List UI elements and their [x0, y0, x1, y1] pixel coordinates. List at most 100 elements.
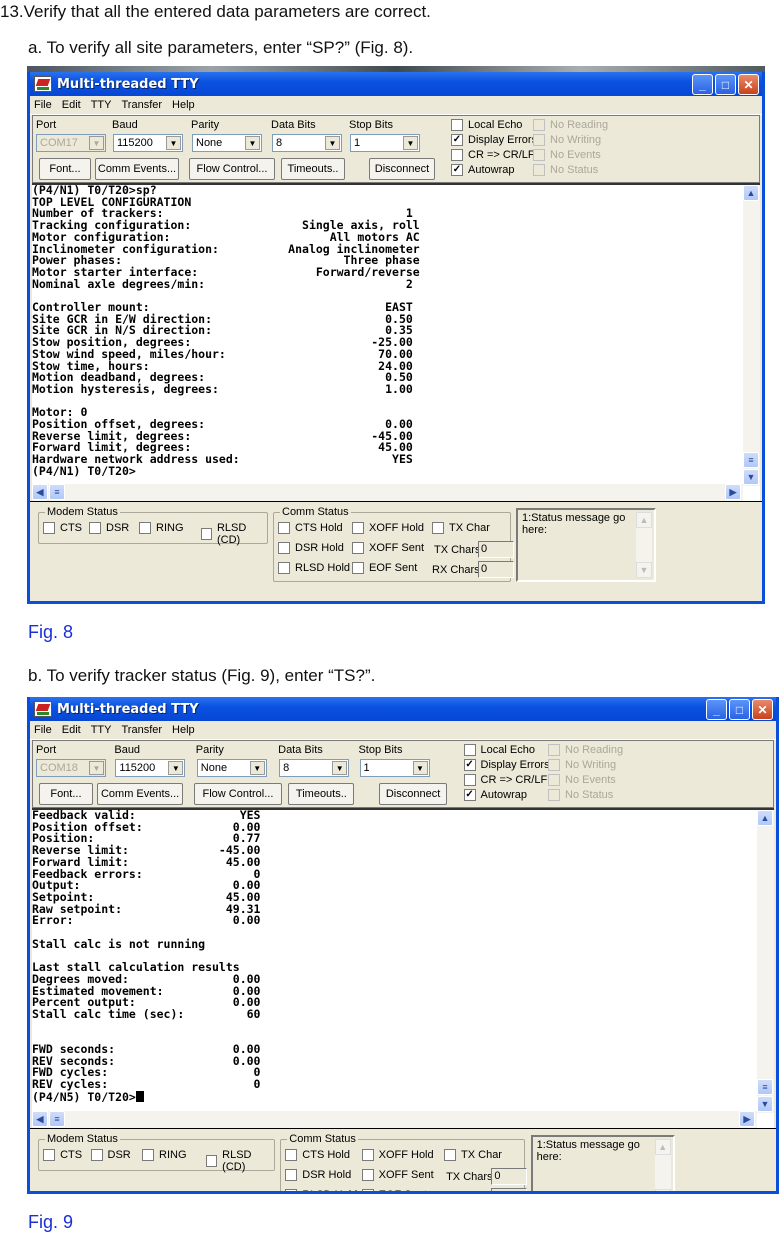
- scroll-down-icon[interactable]: ▼: [654, 1189, 671, 1191]
- no-reading-checkbox[interactable]: No Reading: [548, 744, 623, 756]
- rlsd-checkbox[interactable]: RLSD (CD): [205, 1149, 274, 1173]
- port-select[interactable]: COM18 ▼: [36, 759, 106, 777]
- eof-sent-checkbox[interactable]: EOF Sent: [352, 562, 417, 574]
- scroll-down-icon[interactable]: ▼: [636, 562, 652, 578]
- scroll-thumb[interactable]: ≡: [743, 452, 759, 468]
- tx-char-checkbox[interactable]: TX Char: [444, 1149, 502, 1161]
- menu-file[interactable]: File: [34, 99, 52, 111]
- no-writing-checkbox[interactable]: No Writing: [548, 759, 616, 771]
- scroll-up-icon[interactable]: ▲: [757, 810, 773, 826]
- terminal-output[interactable]: (P4/N1) T0/T20>sp? TOP LEVEL CONFIGURATIO…: [32, 184, 420, 478]
- flow-control-button[interactable]: Flow Control...: [193, 783, 283, 805]
- scroll-thumb[interactable]: ≡: [757, 1079, 773, 1095]
- terminal-area[interactable]: Feedback valid: YES Position offset: 0.00…: [32, 808, 774, 1128]
- close-button[interactable]: ✕: [738, 74, 759, 95]
- cr-crlf-checkbox[interactable]: CR => CR/LF: [463, 774, 547, 786]
- maximize-button[interactable]: □: [715, 74, 736, 95]
- dsr-checkbox[interactable]: DSR: [90, 1149, 131, 1161]
- baud-select[interactable]: 115200 ▼: [115, 759, 186, 777]
- no-events-checkbox[interactable]: No Events: [548, 774, 616, 786]
- close-button[interactable]: ✕: [752, 699, 773, 720]
- menu-edit[interactable]: Edit: [62, 99, 81, 111]
- scroll-h-thumb[interactable]: ≡: [49, 484, 65, 500]
- rlsd-hold-checkbox[interactable]: RLSD Hold: [278, 562, 350, 574]
- timeouts-button[interactable]: Timeouts..: [288, 783, 355, 805]
- maximize-button[interactable]: □: [729, 699, 750, 720]
- comm-events-button[interactable]: Comm Events...: [96, 783, 184, 805]
- scroll-down-icon[interactable]: ▼: [743, 469, 759, 485]
- scroll-up-icon[interactable]: ▲: [654, 1139, 671, 1155]
- no-status-checkbox[interactable]: No Status: [548, 789, 613, 801]
- status-scrollbar[interactable]: ▲ ▼: [654, 1139, 671, 1191]
- vertical-scrollbar[interactable]: ▲ ≡ ▼: [757, 810, 774, 1113]
- title-bar[interactable]: Multi-threaded TTY _ □ ✕: [30, 72, 762, 96]
- flow-control-button[interactable]: Flow Control...: [189, 158, 275, 180]
- local-echo-checkbox[interactable]: Local Echo: [463, 744, 535, 756]
- menu-edit[interactable]: Edit: [62, 724, 81, 736]
- eof-sent-checkbox[interactable]: EOF Sent: [361, 1189, 427, 1191]
- terminal-area[interactable]: (P4/N1) T0/T20>sp? TOP LEVEL CONFIGURATIO…: [32, 183, 760, 501]
- scroll-down-icon[interactable]: ▼: [757, 1096, 773, 1112]
- dsr-hold-checkbox[interactable]: DSR Hold: [285, 1169, 351, 1181]
- tx-chars-field[interactable]: 0: [491, 1168, 528, 1185]
- scroll-up-icon[interactable]: ▲: [743, 185, 759, 201]
- menu-tty[interactable]: TTY: [91, 724, 112, 736]
- status-scrollbar[interactable]: ▲ ▼: [636, 512, 652, 578]
- cts-checkbox[interactable]: CTS: [43, 1149, 82, 1161]
- display-errors-checkbox[interactable]: ✓ Display Errors: [463, 759, 550, 771]
- dsr-checkbox[interactable]: DSR: [89, 522, 129, 534]
- minimize-button[interactable]: _: [692, 74, 713, 95]
- ring-checkbox[interactable]: RING: [139, 522, 184, 534]
- title-bar[interactable]: Multi-threaded TTY _ □ ✕: [30, 697, 776, 721]
- timeouts-button[interactable]: Timeouts..: [281, 158, 345, 180]
- xoff-hold-checkbox[interactable]: XOFF Hold: [361, 1149, 434, 1161]
- font-button[interactable]: Font...: [39, 158, 91, 180]
- display-errors-checkbox[interactable]: ✓ Display Errors: [451, 134, 537, 146]
- menu-help[interactable]: Help: [172, 99, 195, 111]
- xoff-hold-checkbox[interactable]: XOFF Hold: [352, 522, 424, 534]
- rx-chars-field[interactable]: 0: [491, 1188, 528, 1191]
- rlsd-hold-checkbox[interactable]: RLSD Hold: [285, 1189, 357, 1191]
- menu-help[interactable]: Help: [172, 724, 195, 736]
- databits-select[interactable]: 8 ▼: [272, 134, 342, 152]
- disconnect-button[interactable]: Disconnect: [369, 158, 435, 180]
- databits-select[interactable]: 8 ▼: [279, 759, 350, 777]
- cr-crlf-checkbox[interactable]: CR => CR/LF: [451, 149, 535, 161]
- tx-char-checkbox[interactable]: TX Char: [432, 522, 490, 534]
- menu-transfer[interactable]: Transfer: [121, 724, 162, 736]
- comm-events-button[interactable]: Comm Events...: [95, 158, 179, 180]
- menu-transfer[interactable]: Transfer: [121, 99, 162, 111]
- dsr-hold-checkbox[interactable]: DSR Hold: [278, 542, 344, 554]
- disconnect-button[interactable]: Disconnect: [379, 783, 448, 805]
- minimize-button[interactable]: _: [706, 699, 727, 720]
- no-writing-checkbox[interactable]: No Writing: [533, 134, 601, 146]
- cts-checkbox[interactable]: CTS: [43, 522, 82, 534]
- local-echo-checkbox[interactable]: Local Echo: [451, 119, 522, 131]
- status-message-box[interactable]: 1:Status message go here: ▲ ▼: [516, 508, 656, 582]
- ring-checkbox[interactable]: RING: [142, 1149, 187, 1161]
- xoff-sent-checkbox[interactable]: XOFF Sent: [361, 1169, 434, 1181]
- scroll-left-icon[interactable]: ◀: [32, 484, 48, 500]
- horizontal-scrollbar[interactable]: ◀ ≡ ▶: [32, 484, 743, 501]
- cts-hold-checkbox[interactable]: CTS Hold: [278, 522, 343, 534]
- xoff-sent-checkbox[interactable]: XOFF Sent: [352, 542, 424, 554]
- no-events-checkbox[interactable]: No Events: [533, 149, 601, 161]
- tx-chars-field[interactable]: 0: [478, 541, 514, 558]
- rx-chars-field[interactable]: 0: [478, 561, 514, 578]
- parity-select[interactable]: None ▼: [192, 134, 262, 152]
- port-select[interactable]: COM17 ▼: [36, 134, 106, 152]
- vertical-scrollbar[interactable]: ▲ ≡ ▼: [743, 185, 760, 486]
- autowrap-checkbox[interactable]: ✓ Autowrap: [451, 164, 514, 176]
- rlsd-checkbox[interactable]: RLSD (CD): [201, 522, 267, 546]
- scroll-up-icon[interactable]: ▲: [636, 512, 652, 528]
- scroll-h-thumb[interactable]: ≡: [49, 1111, 65, 1127]
- no-status-checkbox[interactable]: No Status: [533, 164, 598, 176]
- terminal-output[interactable]: Feedback valid: YES Position offset: 0.00…: [32, 809, 260, 1104]
- baud-select[interactable]: 115200 ▼: [113, 134, 183, 152]
- scroll-right-icon[interactable]: ▶: [739, 1111, 755, 1127]
- cts-hold-checkbox[interactable]: CTS Hold: [285, 1149, 350, 1161]
- no-reading-checkbox[interactable]: No Reading: [533, 119, 608, 131]
- parity-select[interactable]: None ▼: [196, 759, 267, 777]
- scroll-left-icon[interactable]: ◀: [32, 1111, 48, 1127]
- scroll-right-icon[interactable]: ▶: [725, 484, 741, 500]
